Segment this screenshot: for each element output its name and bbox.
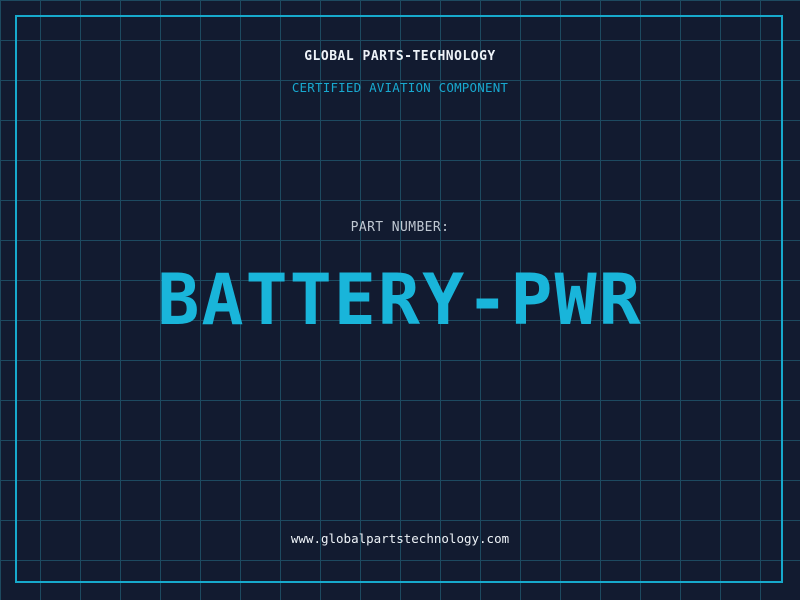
part-card: GLOBAL PARTS-TECHNOLOGY CERTIFIED AVIATI… [0, 0, 800, 600]
certification-subtitle: CERTIFIED AVIATION COMPONENT [291, 80, 509, 95]
part-number-label: PART NUMBER: [350, 220, 450, 235]
company-name: GLOBAL PARTS-TECHNOLOGY [304, 49, 496, 64]
website-url: www.globalpartstechnology.com [290, 531, 510, 546]
part-number-value: BATTERY-PWR [157, 259, 643, 341]
